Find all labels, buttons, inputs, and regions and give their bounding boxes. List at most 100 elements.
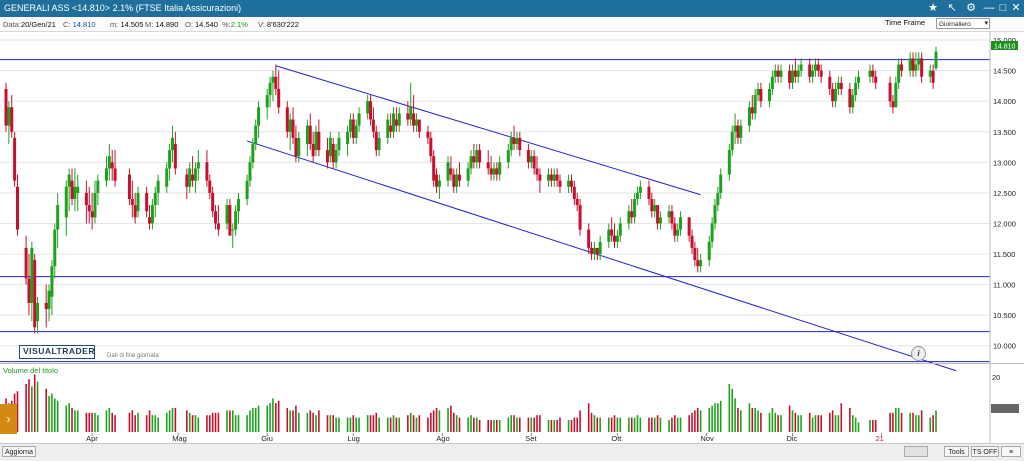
candle [647, 180, 651, 206]
candle-body [472, 156, 476, 163]
volume-bar [651, 417, 653, 432]
volume-bar [900, 412, 903, 432]
volume-bar [734, 398, 736, 432]
candle [808, 58, 812, 83]
volume-bar [45, 388, 47, 432]
tools-button[interactable]: Tools [944, 446, 969, 457]
candle-body [475, 150, 479, 163]
candle-body [811, 70, 815, 77]
drawing-tool-icon[interactable]: ↖ [944, 1, 960, 16]
gear-icon[interactable]: ⚙ [963, 1, 979, 16]
candle-body [193, 168, 197, 181]
candle [406, 101, 410, 126]
candle-body [676, 229, 680, 236]
candle-body [36, 302, 40, 322]
trend-line [246, 140, 957, 372]
candle [828, 70, 832, 96]
candle [211, 186, 215, 218]
volume-bar [496, 420, 498, 432]
candle [429, 131, 433, 163]
candle-body [713, 205, 717, 224]
candle-body [145, 192, 149, 212]
volume-bar [530, 417, 533, 432]
candle-body [357, 113, 361, 126]
candle [150, 199, 154, 230]
candle-body [47, 290, 51, 310]
expand-panel-button[interactable]: › [0, 404, 17, 434]
candle [518, 131, 522, 157]
candle-body [788, 70, 792, 83]
candle [208, 174, 212, 199]
volume-bar [636, 415, 639, 432]
candle [673, 217, 677, 242]
volume-bar [518, 417, 521, 432]
info-icon[interactable]: i [911, 346, 926, 361]
star-icon[interactable]: ★ [925, 1, 941, 16]
candlesticks [4, 46, 938, 334]
volume-bar [214, 412, 217, 432]
close-icon[interactable]: ✕ [1008, 1, 1024, 16]
price-chart[interactable]: 15.00014.50014.00013.50013.00012.50012.0… [0, 31, 1024, 443]
candle [739, 119, 743, 144]
candle [538, 168, 542, 193]
candle [27, 254, 31, 316]
candle [498, 156, 502, 181]
candle [891, 95, 895, 114]
candle [727, 143, 731, 181]
candle-body [67, 174, 71, 187]
candle [265, 88, 269, 120]
candle-body [314, 131, 318, 151]
ts-toggle-button[interactable]: TS OFF [971, 446, 999, 457]
candle-body [613, 235, 617, 242]
volume-bar [352, 415, 355, 432]
high-label: M: [145, 20, 154, 29]
candle-body [107, 156, 111, 169]
volume-bar [412, 415, 415, 432]
candle [107, 143, 111, 181]
candle [173, 131, 177, 175]
x-tick-label: Nov [700, 434, 714, 443]
candle-body [196, 162, 200, 169]
low-label: m: [110, 20, 119, 29]
candle-body [710, 223, 714, 242]
candle-body [770, 76, 774, 89]
candle [868, 64, 872, 83]
volume-bar [633, 417, 636, 432]
volume-bar [48, 396, 50, 432]
candle-body [498, 162, 502, 175]
candle [277, 70, 281, 114]
candle [165, 162, 169, 193]
candle [76, 174, 80, 212]
volume-bar [676, 417, 679, 432]
candle [87, 186, 91, 224]
candle [747, 101, 751, 132]
candle [839, 76, 843, 96]
candle [311, 131, 315, 163]
candle [346, 125, 350, 157]
panel-options-button[interactable]: ≡ [1001, 446, 1021, 457]
x-tick-label: Apr [86, 434, 98, 443]
candle-body [228, 205, 232, 236]
candle-body [308, 125, 312, 144]
candle-body [64, 186, 68, 218]
volume-bar [134, 415, 136, 432]
volume-bar [111, 412, 114, 432]
update-button[interactable]: Aggiorna [2, 446, 36, 457]
volume-bar [731, 388, 734, 432]
candle [595, 247, 599, 261]
volume-bar [774, 412, 777, 432]
scroll-left-button[interactable] [904, 446, 928, 457]
candle-body [868, 70, 872, 77]
candle [590, 241, 594, 261]
candle [535, 156, 539, 181]
candle-body [33, 260, 37, 328]
candle [366, 95, 370, 120]
candle [549, 168, 553, 187]
candle [615, 229, 619, 248]
candle-body [7, 107, 11, 126]
candle [314, 125, 318, 157]
candle [271, 70, 275, 102]
candle-body [231, 229, 235, 231]
candle-body [214, 211, 218, 224]
timeframe-select[interactable]: Giornaliero ▾ [936, 18, 990, 29]
